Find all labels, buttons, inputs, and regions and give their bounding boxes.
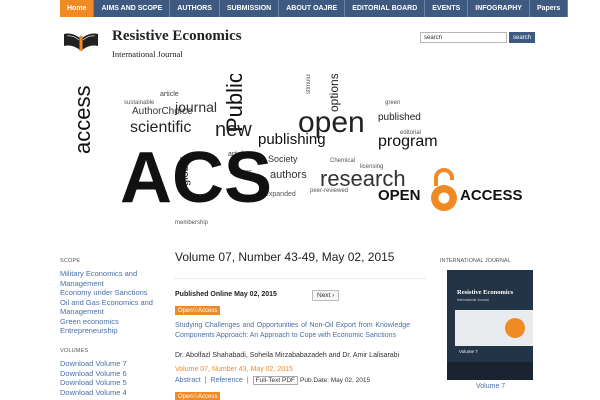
volume-title: Volume 07, Number 43-49, May 02, 2015 [175, 250, 395, 264]
nav-item-events[interactable]: EVENTS [425, 0, 469, 17]
banner-word: scientific [130, 119, 191, 136]
download-volume-link[interactable]: Download Volume 7 [60, 359, 127, 369]
site-subtitle: International Journal [112, 49, 183, 59]
cover-volume: Volume 7 [459, 349, 478, 354]
volumes-heading: VOLUMES [60, 348, 89, 354]
banner-word: access [70, 86, 95, 154]
banner-word: stimulus [306, 74, 312, 94]
banner-word: editorial [400, 130, 421, 136]
published-online-text: Published Online May 02, 2015 [175, 291, 277, 298]
fulltext-pdf-button[interactable]: Full-Text PDF [252, 376, 299, 385]
banner-word: Chemical [330, 158, 355, 164]
banner-word: authors [270, 169, 307, 181]
journal-cover-image[interactable]: Resistive Economics International Journa… [447, 270, 533, 380]
open-label: OPEN [378, 187, 421, 204]
banner-word: sustainable [124, 100, 155, 106]
article-authors: Dr. Abolfazl Shahabadi, Soheila Mirzabab… [175, 352, 400, 359]
banner-word: green [385, 100, 400, 106]
banner-big-word: ACS [120, 138, 272, 218]
article-links-row: Abstract | Reference | Full-Text PDF Pub… [175, 376, 370, 385]
search-button[interactable]: search [509, 32, 535, 43]
nav-item-authors[interactable]: AUTHORS [170, 0, 220, 17]
banner-word: membership [175, 220, 209, 226]
open-access-badge: Open☉Access [175, 306, 221, 315]
scope-link[interactable]: Green economics [60, 317, 119, 327]
right-sidebar-heading: INTERNATIONAL JOURNAL [440, 258, 511, 264]
banner-word: published [378, 112, 421, 123]
access-label: ACCESS [460, 187, 523, 204]
cover-subtitle: International Journal [457, 298, 489, 302]
nav-item-papers[interactable]: Papers [529, 0, 569, 17]
journal-logo-icon[interactable] [62, 30, 100, 54]
cover-caption-link[interactable]: Volume 7 [476, 383, 505, 390]
scope-link[interactable]: Military Economics and [60, 269, 137, 279]
scope-link[interactable]: Oil and Gas Economics and [60, 298, 153, 308]
pub-date: Pub.Date: May 02, 2015 [300, 377, 371, 384]
separator: | [204, 377, 207, 384]
reference-link[interactable]: Reference [211, 377, 243, 384]
download-volume-link[interactable]: Download Volume 6 [60, 369, 127, 379]
article-issue-link[interactable]: Volume 07, Number 43, May 02, 2015 [175, 366, 293, 373]
banner-word-cloud: accessscientificjournalPublicationsartic… [60, 74, 540, 226]
banner-word: licensing [360, 164, 383, 170]
nav-item-editorial-board[interactable]: EDITORIAL BOARD [345, 0, 426, 17]
download-volume-link[interactable]: Download Volume 5 [60, 378, 127, 388]
banner-word: Society [268, 154, 298, 164]
nav-item-about-oajre[interactable]: ABOUT OAJRE [279, 0, 346, 17]
search-input[interactable] [420, 32, 507, 43]
article-title-link[interactable]: Studying Challenges and Opportunities of… [175, 321, 410, 341]
top-nav: Home AIMS AND SCOPE AUTHORS SUBMISSION ABOUT… [60, 0, 569, 17]
next-button[interactable]: Next › [312, 290, 340, 301]
divider [175, 278, 425, 279]
nav-item-home[interactable]: Home [60, 0, 95, 17]
banner-word: article [160, 91, 179, 98]
scope-heading: SCOPE [60, 258, 81, 264]
scope-link[interactable]: Entrepreneurship [60, 326, 118, 336]
nav-item-aims-and-scope[interactable]: AIMS AND SCOPE [94, 0, 171, 17]
cover-title: Resistive Economics [457, 289, 514, 296]
nav-item-infography[interactable]: INFOGRAPHY [468, 0, 530, 17]
nav-item-submission[interactable]: SUBMISSION [219, 0, 280, 17]
banner-word: peer-reviewed [310, 188, 348, 194]
separator: | [246, 377, 249, 384]
banner-word: options [327, 74, 341, 112]
open-access-badge: Open☉Access [175, 392, 221, 400]
scope-link[interactable]: Management [60, 307, 104, 317]
download-volume-link[interactable]: Download Volume 4 [60, 388, 127, 398]
scope-link[interactable]: Economy under Sanctions [60, 288, 148, 298]
site-title[interactable]: Resistive Economics [112, 28, 242, 45]
scope-link[interactable]: Management [60, 279, 104, 289]
abstract-link[interactable]: Abstract [175, 377, 201, 384]
banner-word: AuthorChoice [132, 106, 193, 117]
